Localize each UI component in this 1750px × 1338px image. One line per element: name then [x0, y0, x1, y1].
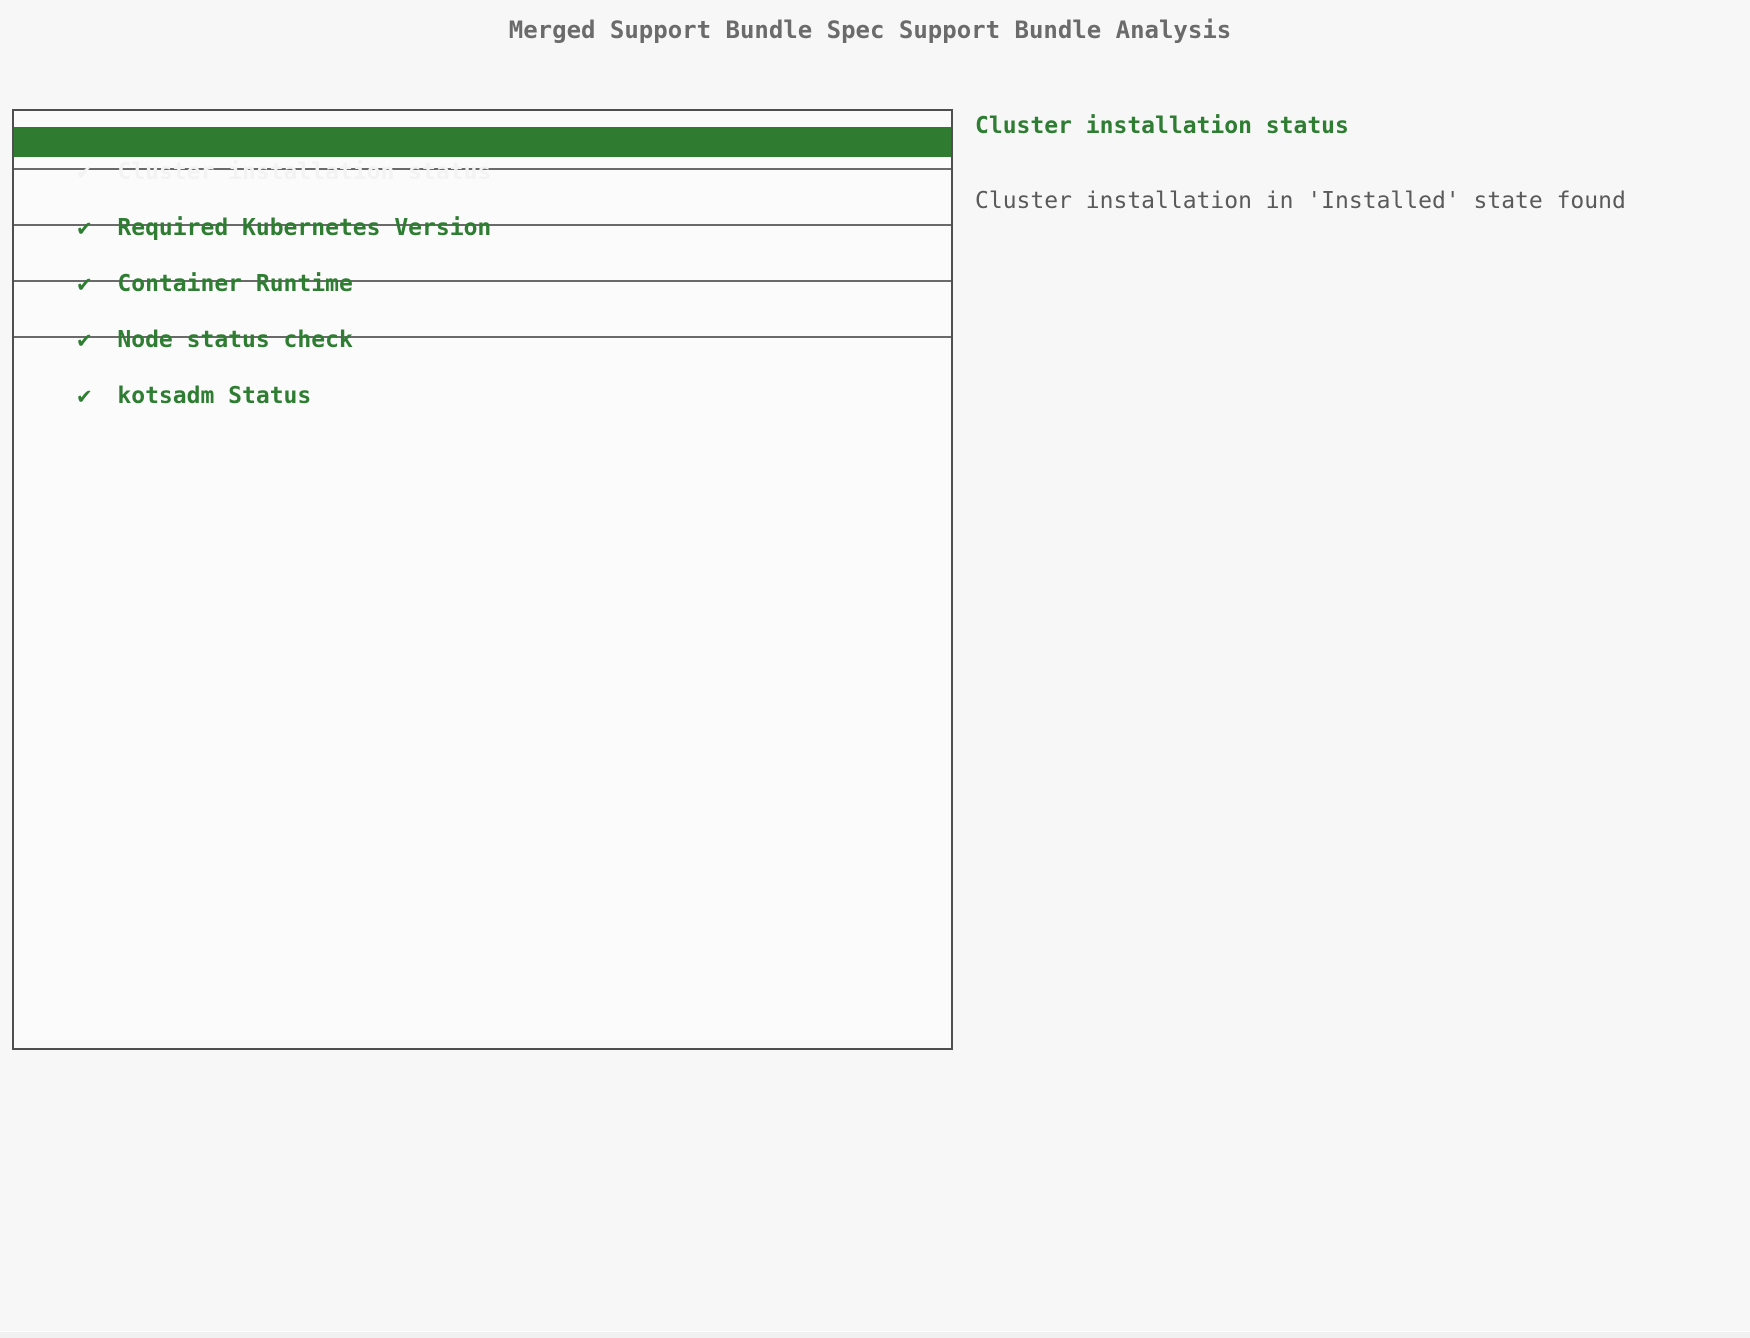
- analyzer-item-required-kubernetes-version[interactable]: ✔Required Kubernetes Version: [14, 183, 951, 213]
- detail-title: Cluster installation status: [975, 111, 1735, 141]
- check-icon: ✔: [77, 381, 117, 411]
- analyzer-label: Cluster installation status: [117, 159, 491, 185]
- analyzer-label: kotsadm Status: [117, 383, 311, 409]
- analyzer-label: Node status check: [117, 327, 352, 353]
- analyzer-item-cluster-installation-status[interactable]: ✔Cluster installation status: [14, 127, 951, 157]
- analyzer-label: Required Kubernetes Version: [117, 215, 491, 241]
- analyzer-label: Container Runtime: [117, 271, 352, 297]
- analyzer-list: ✔Cluster installation status ✔Required K…: [12, 109, 953, 1050]
- check-icon: ✔: [77, 325, 117, 355]
- bottom-edge-strip: [0, 1331, 1750, 1338]
- analyzer-item-node-status-check[interactable]: ✔Node status check: [14, 295, 951, 325]
- analyzer-item-kotsadm-status[interactable]: ✔kotsadm Status: [14, 351, 951, 381]
- check-icon: ✔: [77, 157, 117, 187]
- detail-message: Cluster installation in 'Installed' stat…: [975, 186, 1735, 216]
- check-icon: ✔: [77, 213, 117, 243]
- detail-panel: Cluster installation status Cluster inst…: [975, 111, 1735, 216]
- app-title: Merged Support Bundle Spec Support Bundl…: [0, 12, 1740, 48]
- analyzer-item-container-runtime[interactable]: ✔Container Runtime: [14, 239, 951, 269]
- check-icon: ✔: [77, 269, 117, 299]
